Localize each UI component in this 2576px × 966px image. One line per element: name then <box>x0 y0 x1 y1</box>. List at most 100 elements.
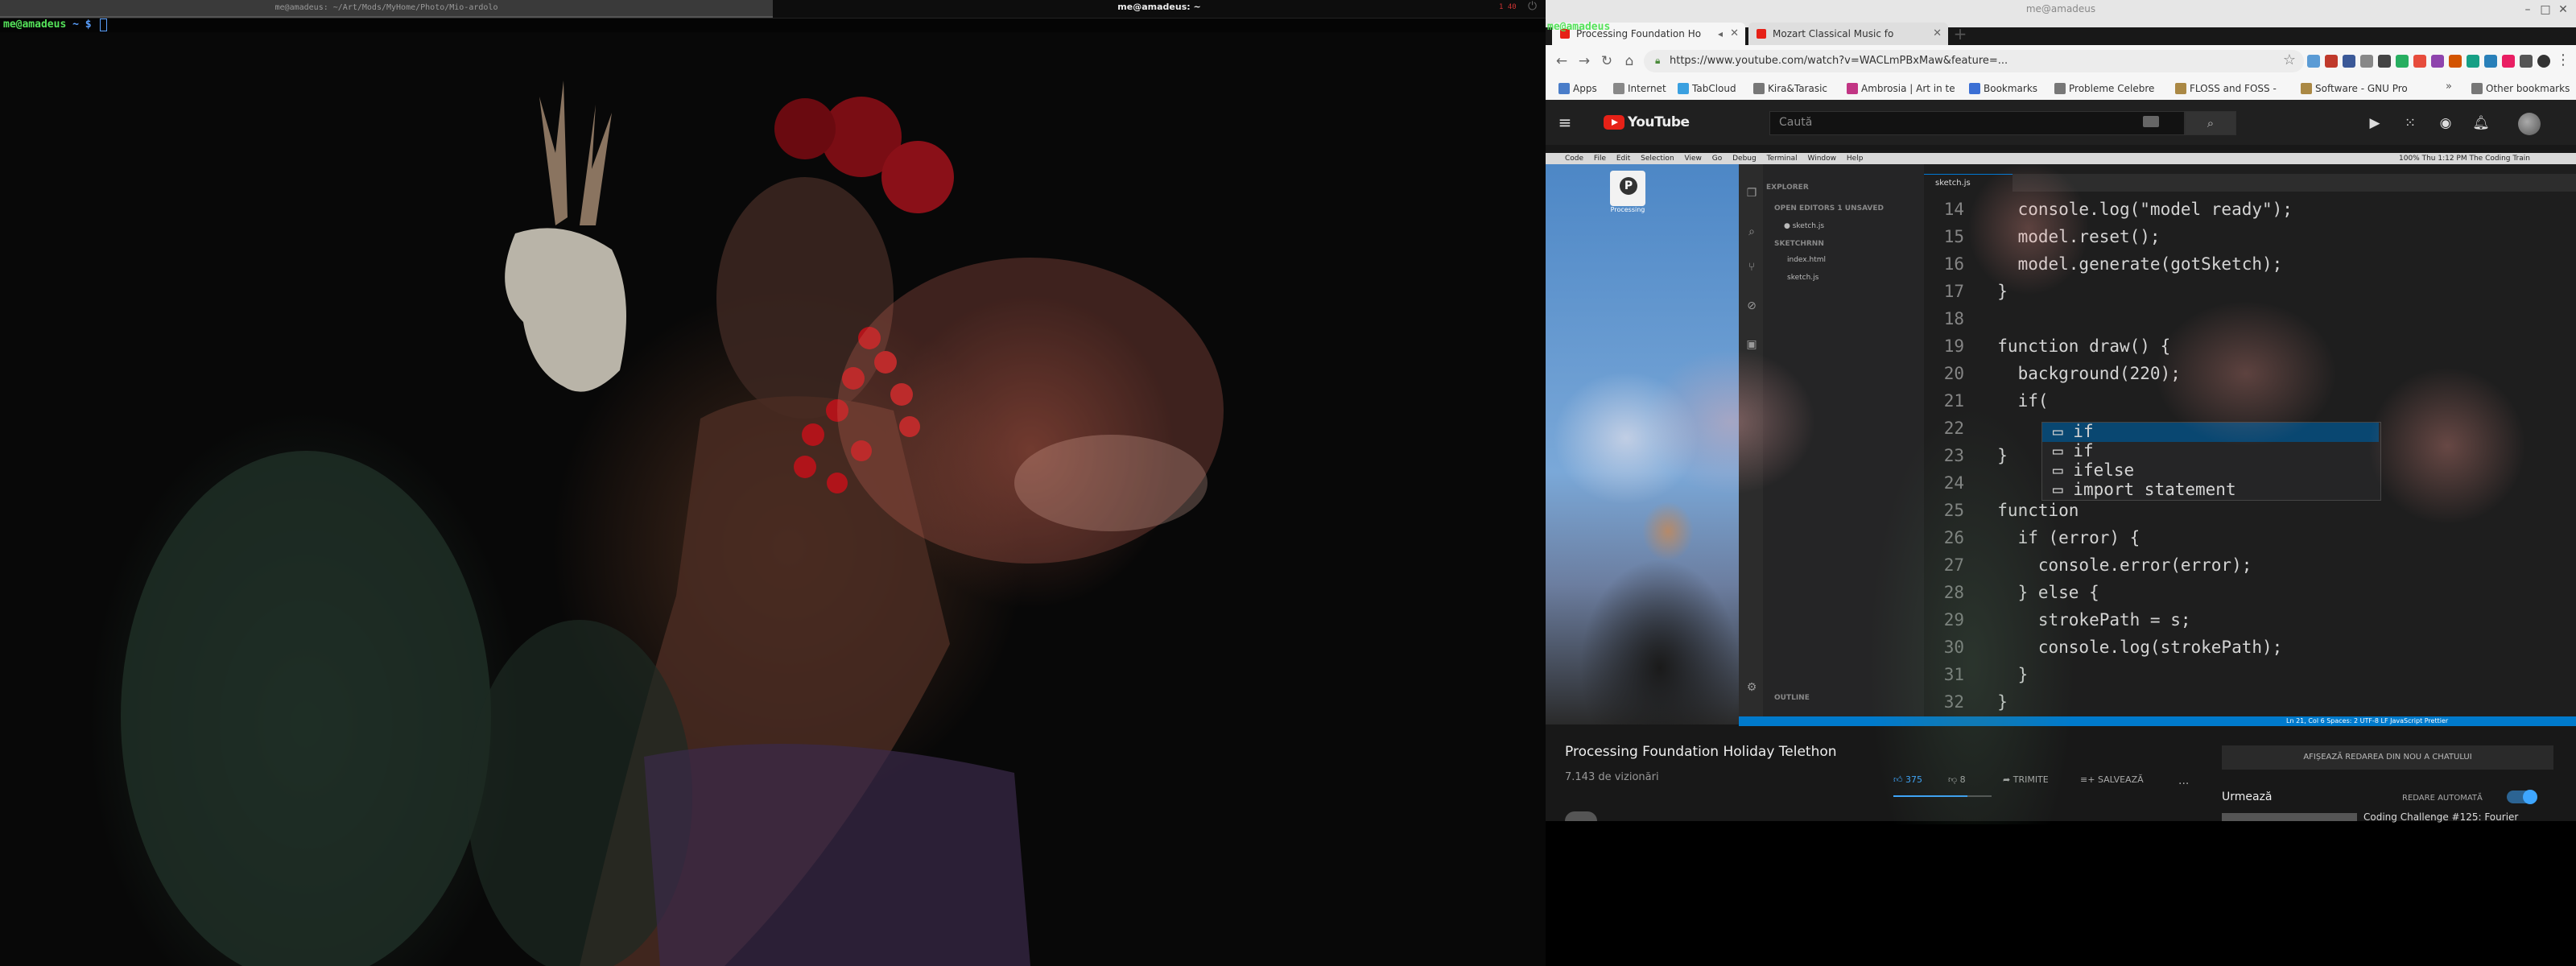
code-line: strokePath = s; <box>1977 610 2191 630</box>
next-video-title[interactable]: Coding Challenge #125: Fourier <box>2363 811 2518 823</box>
search-input[interactable] <box>1769 111 2185 135</box>
code-line: } <box>1977 282 2008 301</box>
line-number: 27 <box>1943 555 1964 575</box>
code-line: console.error(error); <box>1977 555 2252 575</box>
close-tab-icon[interactable]: ✕ <box>1933 23 1942 45</box>
close-window-icon[interactable]: ✕ <box>2555 3 2571 16</box>
tab-label: Mozart Classical Music fo <box>1773 28 1894 39</box>
project-header: SKETCHRNN <box>1774 240 1824 248</box>
line-number: 32 <box>1943 692 1964 712</box>
channel-avatar[interactable] <box>1565 811 1597 821</box>
file-index-html: index.html <box>1787 256 1826 264</box>
line-number: 21 <box>1943 391 1964 411</box>
avatar[interactable] <box>2518 113 2541 135</box>
messages-icon[interactable]: ◉ <box>2436 114 2455 133</box>
extension-icon[interactable] <box>2467 55 2479 68</box>
maximize-icon[interactable]: □ <box>2537 3 2553 16</box>
line-number: 24 <box>1943 473 1964 493</box>
bookmark-star-icon[interactable]: ☆ <box>2280 52 2299 71</box>
bookmark-floss[interactable]: FLOSS and FOSS - <box>2174 80 2277 97</box>
like-button[interactable]: 👍︎ 375 <box>1893 774 1922 785</box>
search-icon: ⌕ <box>1748 225 1755 238</box>
show-chat-replay-button[interactable]: AFIȘEAZĂ REDAREA DIN NOU A CHATULUI <box>2222 745 2553 770</box>
autoplay-label: REDARE AUTOMATĂ <box>2402 794 2483 803</box>
extension-icon[interactable] <box>2378 55 2391 68</box>
more-actions-button[interactable]: ... <box>2178 774 2189 787</box>
close-tab-icon[interactable]: ✕ <box>1730 23 1739 45</box>
tab-mozart[interactable]: Mozart Classical Music fo ✕ <box>1748 23 1948 45</box>
extension-icon[interactable] <box>2396 55 2409 68</box>
line-number: 22 <box>1943 419 1964 438</box>
extension-icon[interactable] <box>2449 55 2462 68</box>
home-icon[interactable]: ⌂ <box>1620 52 1639 71</box>
extension-icon[interactable] <box>2484 55 2497 68</box>
hair-flower-3 <box>774 98 836 159</box>
bookmark-internet[interactable]: Internet <box>1612 80 1666 97</box>
profile-icon[interactable] <box>2537 55 2550 68</box>
lock-icon[interactable]: 🔒︎ <box>1655 55 1665 66</box>
extension-icon[interactable] <box>2431 55 2444 68</box>
code-line: if (error) { <box>1977 528 2140 547</box>
extension-icon[interactable] <box>2360 55 2373 68</box>
code-line: console.log(strokePath); <box>1977 638 2283 657</box>
chrome-menu-icon[interactable]: ⋮ <box>2555 52 2571 71</box>
terminal-tab[interactable]: me@amadeus: ~/Art/Mods/MyHome/Photo/Mio-… <box>0 0 773 18</box>
bookmark-other[interactable]: Other bookmarks <box>2470 80 2570 97</box>
bookmark-ambrosia[interactable]: Ambrosia | Art in te <box>1845 80 1955 97</box>
youtube-logo-icon[interactable] <box>1604 115 1624 130</box>
code-line: model.generate(gotSketch); <box>1977 254 2283 274</box>
workspace-label: me@amadeus <box>1547 21 1611 33</box>
code-line: } <box>1977 665 2029 684</box>
extension-icon[interactable] <box>2325 55 2338 68</box>
youtube-favicon-icon <box>1757 29 1766 39</box>
extension-icon[interactable] <box>2413 55 2426 68</box>
bookmark-bookmarks[interactable]: Bookmarks <box>1967 80 2037 97</box>
keyboard-icon[interactable] <box>2143 116 2159 127</box>
terminal-cursor <box>100 18 108 31</box>
more-bookmarks-icon[interactable]: » <box>2446 80 2452 93</box>
hamburger-menu-icon[interactable]: ≡ <box>1555 113 1575 132</box>
search-button[interactable]: ⌕ <box>2185 111 2236 135</box>
bookmark-gnu[interactable]: Software - GNU Pro <box>2299 80 2408 97</box>
create-video-icon[interactable]: ▶ <box>2365 114 2384 133</box>
power-icon[interactable]: ⏻ <box>1528 0 1541 13</box>
line-number: 20 <box>1943 364 1964 383</box>
url-text[interactable]: https://www.youtube.com/watch?v=WACLmPBx… <box>1670 55 2008 67</box>
code-line: } else { <box>1977 583 2099 602</box>
settings-gear-icon: ⚙ <box>1746 681 1757 694</box>
autoplay-toggle-knob[interactable] <box>2523 790 2537 804</box>
terminal-prompt[interactable]: me@amadeus ~ $ <box>3 18 108 32</box>
youtube-logo-text[interactable]: YouTube <box>1628 114 1690 130</box>
cactus <box>121 451 491 966</box>
code-line: function <box>1977 501 2079 520</box>
dislike-button[interactable]: 👎︎ 8 <box>1948 774 1966 785</box>
thumbs-down-icon: 👎︎ <box>1948 774 1958 785</box>
suggestion-item: ▭ ifelse <box>2053 460 2135 480</box>
video-mac-status: 100% Thu 1:12 PM The Coding Train <box>2399 155 2530 163</box>
apps-grid-icon[interactable]: ⁙ <box>2401 114 2420 133</box>
extension-icon[interactable] <box>2307 55 2320 68</box>
forward-icon[interactable]: → <box>1575 52 1594 71</box>
next-video-thumbnail[interactable] <box>2222 813 2357 821</box>
notifications-bell-icon[interactable]: 🔔︎ <box>2471 114 2491 133</box>
back-icon[interactable]: ← <box>1552 52 1571 71</box>
reload-icon[interactable]: ↻ <box>1597 52 1616 71</box>
like-ratio-bar <box>1893 795 1967 797</box>
editor-status-bar: Ln 21, Col 6 Spaces: 2 UTF-8 LF JavaScri… <box>1739 716 2576 726</box>
bookmark-apps[interactable]: Apps <box>1557 80 1597 97</box>
save-button[interactable]: ≡+ SALVEAZĂ <box>2080 774 2144 785</box>
speaker-icon[interactable]: ◂ <box>1718 23 1723 45</box>
bookmark-probleme[interactable]: Probleme Celebre <box>2053 80 2154 97</box>
extension-icon[interactable] <box>2520 55 2533 68</box>
minimize-icon[interactable]: – <box>2520 3 2536 16</box>
share-button[interactable]: ➦ TRIMITE <box>2003 774 2049 785</box>
bookmark-tabcloud[interactable]: TabCloud <box>1676 80 1736 97</box>
antler-left <box>539 80 568 225</box>
new-tab-button[interactable]: + <box>1951 24 1969 43</box>
code-line: if( <box>1977 391 2049 411</box>
extension-icon[interactable] <box>2343 55 2355 68</box>
search-icon: ⌕ <box>2207 116 2215 130</box>
extension-icon[interactable] <box>2502 55 2515 68</box>
processing-logo-mark: P <box>1620 177 1637 195</box>
bookmark-kira[interactable]: Kira&Tarasic <box>1752 80 1827 97</box>
